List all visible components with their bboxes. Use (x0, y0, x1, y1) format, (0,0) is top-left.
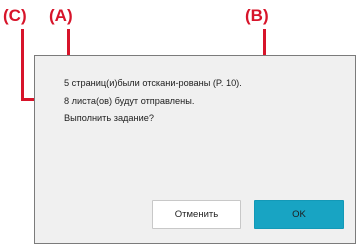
callout-a-label: (A) (49, 6, 73, 25)
sheets-to-send-message: 8 листа(ов) будут отправлены. (64, 96, 195, 106)
execute-job-question: Выполнить задание? (64, 113, 154, 123)
callout-c-leader-line-vertical (21, 29, 24, 101)
scanned-pages-message: 5 страниц(и)были отскани-рованы (P. 10). (64, 78, 242, 88)
cancel-button[interactable]: Отменить (152, 200, 241, 229)
callout-c-label: (C) (3, 6, 27, 25)
annotated-screenshot: (C) (A) (B) 5 страниц(и)были отскани-ров… (0, 0, 358, 246)
callout-b-label: (B) (245, 6, 269, 25)
ok-button[interactable]: OK (254, 200, 344, 229)
